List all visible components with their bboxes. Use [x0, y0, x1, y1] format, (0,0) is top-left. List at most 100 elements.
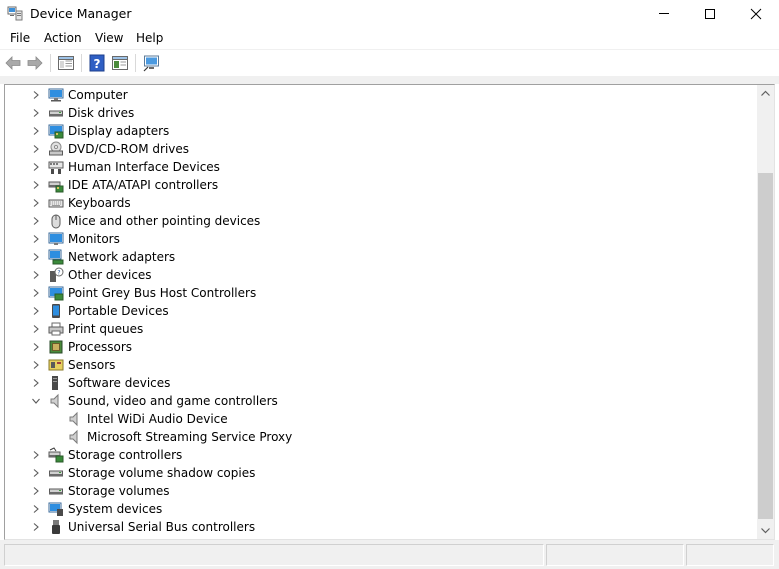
tree-item-label: Universal Serial Bus controllers [68, 520, 256, 534]
keyboard-icon [48, 199, 64, 208]
minimize-button[interactable] [641, 0, 687, 27]
status-bar [0, 540, 779, 569]
tree-category-item[interactable]: Software devices [5, 374, 757, 392]
tree-child-item[interactable]: Intel WiDi Audio Device [5, 410, 757, 428]
tree-category-item[interactable]: Human Interface Devices [5, 158, 757, 176]
tree-item-label: Human Interface Devices [68, 160, 220, 174]
maximize-button[interactable] [687, 0, 733, 27]
chevron-right-icon[interactable] [31, 360, 41, 370]
tree-child-item[interactable]: Microsoft Streaming Service Proxy [5, 428, 757, 446]
tree-category-item[interactable]: Display adapters [5, 122, 757, 140]
chevron-right-icon[interactable] [31, 180, 41, 190]
tree-category-item[interactable]: Universal Serial Bus controllers [5, 518, 757, 536]
chevron-right-icon[interactable] [31, 270, 41, 280]
chevron-right-icon[interactable] [31, 486, 41, 496]
tree-category-item[interactable]: Mice and other pointing devices [5, 212, 757, 230]
tree-category-item[interactable]: Storage volume shadow copies [5, 464, 757, 482]
back-arrow-icon[interactable] [4, 54, 22, 72]
tree-item-label: Storage controllers [68, 448, 183, 462]
tree-item-label: Storage volumes [68, 484, 170, 498]
tree-category-item[interactable]: ? Other devices [5, 266, 757, 284]
speaker-icon [69, 411, 78, 427]
computer-icon [48, 88, 64, 102]
tree-category-item[interactable]: Print queues [5, 320, 757, 338]
tree-category-item[interactable]: Disk drives [5, 104, 757, 122]
tree-item-label: Sound, video and game controllers [68, 394, 278, 408]
tree-category-item[interactable]: Sensors [5, 356, 757, 374]
chevron-right-icon[interactable] [31, 522, 41, 532]
chevron-right-icon[interactable] [31, 234, 41, 244]
tree-category-item[interactable]: Keyboards [5, 194, 757, 212]
chevron-right-icon[interactable] [31, 504, 41, 514]
svg-text:?: ? [94, 57, 101, 71]
tree-category-item[interactable]: IDE ATA/ATAPI controllers [5, 176, 757, 194]
chevron-right-icon[interactable] [31, 306, 41, 316]
tree-category-item[interactable]: Network adapters [5, 248, 757, 266]
chevron-right-icon[interactable] [31, 144, 41, 154]
chevron-right-icon[interactable] [31, 288, 41, 298]
menu-help[interactable]: Help [136, 31, 163, 45]
software-device-icon [52, 376, 58, 390]
tree-item-label: Mice and other pointing devices [68, 214, 261, 228]
printer-icon [48, 322, 64, 336]
chevron-right-icon[interactable] [31, 342, 41, 352]
scroll-up-arrow-icon[interactable] [757, 85, 774, 102]
tree-item-label: Disk drives [68, 106, 135, 120]
properties-icon[interactable] [111, 54, 129, 72]
svg-text:?: ? [57, 270, 60, 277]
ide-controller-icon [48, 181, 64, 193]
tree-item-label: Microsoft Streaming Service Proxy [87, 430, 293, 444]
speaker-icon [50, 393, 59, 409]
tree-category-item[interactable]: Storage volumes [5, 482, 757, 500]
tree-category-item[interactable]: Processors [5, 338, 757, 356]
chevron-right-icon[interactable] [31, 198, 41, 208]
tree-item-label: Monitors [68, 232, 120, 246]
forward-arrow-icon[interactable] [26, 54, 44, 72]
sensor-icon [48, 359, 64, 371]
chevron-right-icon[interactable] [31, 90, 41, 100]
chevron-right-icon[interactable] [31, 468, 41, 478]
chevron-right-icon[interactable] [31, 324, 41, 334]
scroll-down-arrow-icon[interactable] [757, 522, 774, 539]
chevron-right-icon[interactable] [31, 216, 41, 226]
menu-action[interactable]: Action [44, 31, 82, 45]
device-tree-pane[interactable]: Computer Disk drives Display adapters DVD/C… [4, 84, 775, 540]
chevron-down-icon[interactable] [31, 396, 41, 406]
close-button[interactable] [733, 0, 779, 27]
dvd-drive-icon [49, 141, 63, 156]
scrollbar-thumb[interactable] [758, 173, 773, 519]
tree-item-label: Software devices [68, 376, 171, 390]
tree-item-label: DVD/CD-ROM drives [68, 142, 190, 156]
menu-file[interactable]: File [10, 31, 30, 45]
tree-category-item[interactable]: Point Grey Bus Host Controllers [5, 284, 757, 302]
minimize-icon [659, 13, 669, 14]
speaker-icon [69, 429, 78, 445]
status-cell-3 [686, 544, 774, 566]
toolbar: ? [0, 50, 779, 76]
tree-category-item[interactable]: Computer [5, 86, 757, 104]
chevron-right-icon[interactable] [31, 126, 41, 136]
tree-category-item[interactable]: Sound, video and game controllers [5, 392, 757, 410]
tree-category-item[interactable]: Portable Devices [5, 302, 757, 320]
chevron-right-icon[interactable] [31, 252, 41, 262]
tree-category-item[interactable]: Storage controllers [5, 446, 757, 464]
menu-view[interactable]: View [95, 31, 123, 45]
vertical-scrollbar[interactable] [757, 85, 774, 539]
chevron-right-icon[interactable] [31, 162, 41, 172]
title-bar[interactable]: Device Manager [0, 0, 779, 27]
chevron-right-icon[interactable] [31, 450, 41, 460]
chevron-right-icon[interactable] [31, 378, 41, 388]
display-adapter-icon [48, 124, 64, 139]
chevron-right-icon[interactable] [31, 108, 41, 118]
show-hide-console-tree-icon[interactable] [57, 54, 75, 72]
help-icon[interactable]: ? [88, 54, 106, 72]
toolbar-separator [81, 54, 82, 72]
tree-item-label: Storage volume shadow copies [68, 466, 256, 480]
status-cell-2 [546, 544, 684, 566]
tree-category-item[interactable]: Monitors [5, 230, 757, 248]
toolbar-separator [135, 54, 136, 72]
tree-category-item[interactable]: System devices [5, 500, 757, 518]
tree-item-label: Keyboards [68, 196, 131, 210]
tree-category-item[interactable]: DVD/CD-ROM drives [5, 140, 757, 158]
scan-hardware-icon[interactable] [143, 54, 161, 72]
